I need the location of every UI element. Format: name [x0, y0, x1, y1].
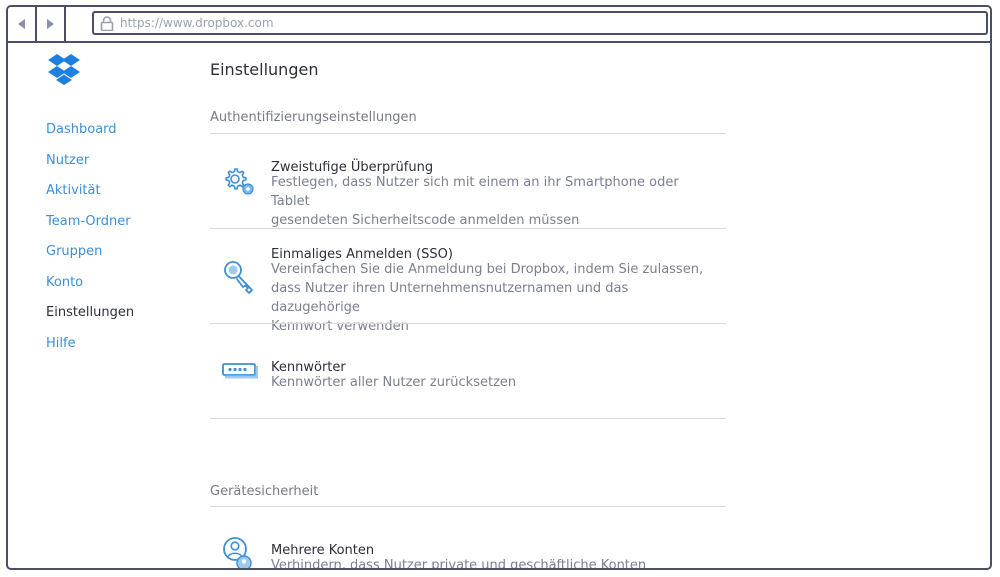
sidebar-item-einstellungen[interactable]: Einstellungen — [46, 304, 134, 335]
row-desc-passwords: Kennwörter aller Nutzer zurücksetzen — [271, 373, 711, 392]
desc-line: Vereinfachen Sie die Anmeldung bei Dropb… — [271, 262, 704, 277]
multiple-accounts-icon — [223, 537, 252, 568]
row-desc-two-step: Festlegen, dass Nutzer sich mit einem an… — [271, 173, 711, 230]
section-title-device-security: Gerätesicherheit — [210, 484, 319, 499]
desc-line: Festlegen, dass Nutzer sich mit einem an… — [271, 175, 679, 209]
key-icon — [224, 261, 253, 294]
divider — [210, 323, 726, 324]
back-arrow-icon — [18, 19, 25, 29]
divider — [210, 133, 726, 134]
sidebar-nav: Dashboard Nutzer Aktivität Team-Ordner G… — [46, 121, 134, 365]
sidebar-item-gruppen[interactable]: Gruppen — [46, 243, 134, 274]
gear-icon — [225, 168, 254, 195]
page-title: Einstellungen — [210, 60, 319, 79]
sidebar-item-team-ordner[interactable]: Team-Ordner — [46, 213, 134, 244]
divider — [210, 418, 726, 419]
desc-line: Verhindern, dass Nutzer private und gesc… — [271, 558, 647, 570]
forward-arrow-icon — [47, 19, 54, 29]
url-text: https://www.dropbox.com — [120, 16, 274, 30]
sidebar-item-nutzer[interactable]: Nutzer — [46, 152, 134, 183]
back-button[interactable] — [8, 7, 37, 41]
sidebar-item-hilfe[interactable]: Hilfe — [46, 335, 134, 366]
sidebar-item-konto[interactable]: Konto — [46, 274, 134, 305]
divider — [210, 228, 726, 229]
row-desc-sso: Vereinfachen Sie die Anmeldung bei Dropb… — [271, 260, 711, 336]
dropbox-logo-icon — [48, 54, 80, 85]
sidebar-item-dashboard[interactable]: Dashboard — [46, 121, 134, 152]
row-desc-multiple-accounts: Verhindern, dass Nutzer private und gesc… — [271, 556, 711, 570]
desc-line: dass Nutzer ihren Unternehmensnutzername… — [271, 281, 629, 315]
desc-line: Kennwort verwenden — [271, 319, 409, 334]
desc-line: Kennwörter aller Nutzer zurücksetzen — [271, 375, 517, 390]
forward-button[interactable] — [37, 7, 66, 41]
section-title-authentication: Authentifizierungseinstellungen — [210, 110, 417, 125]
lock-icon — [100, 15, 114, 31]
sidebar-item-aktivitaet[interactable]: Aktivität — [46, 182, 134, 213]
browser-toolbar: https://www.dropbox.com — [8, 7, 990, 43]
address-bar[interactable]: https://www.dropbox.com — [92, 11, 988, 35]
divider — [210, 506, 726, 507]
browser-window: https://www.dropbox.com Dashboard Nutzer… — [6, 5, 992, 570]
password-icon — [222, 363, 258, 379]
